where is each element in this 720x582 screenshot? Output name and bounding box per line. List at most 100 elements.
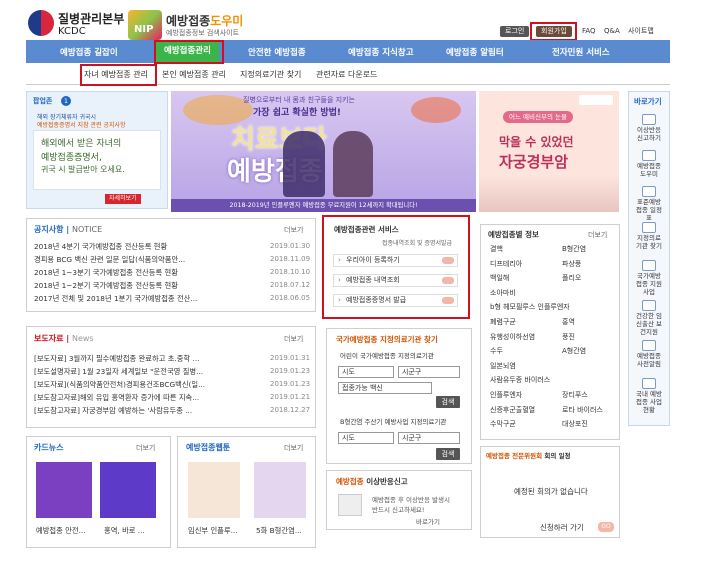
quick-schedule[interactable]: 표준예방접종 일정표 (636, 186, 662, 222)
cardnews-more-link[interactable]: 더보기 (136, 443, 155, 453)
subnav-clinic[interactable]: 지정의료기관 찾기 (240, 69, 301, 80)
committee-empty: 예정된 회의가 없습니다 (514, 487, 588, 496)
vaccine-left-item[interactable]: 사람유두종 바이러스 (490, 375, 550, 385)
service-certificate[interactable]: 예방접종증명서 발급 (333, 294, 458, 307)
popup-more-button[interactable]: 자세히보기 (105, 194, 141, 204)
popup-line5: 귀국 시 발급받아 오세요. (41, 165, 125, 174)
banner-caption: 2018-2019년 인플루엔자 예방접종 무료지원이 12세까지 확대됩니다! (171, 199, 476, 212)
quick-adverse-report[interactable]: 이상반응 신고하기 (636, 114, 662, 142)
vaccine-right-item[interactable]: 홍역 (562, 317, 575, 327)
vaccine-left-item[interactable]: 일본뇌염 (490, 361, 516, 371)
press-row-title[interactable]: [보도참고자료] 자궁경부암 예방하는 '사람유두종 ... (34, 406, 192, 416)
vaccine-right-item[interactable]: B형간염 (562, 244, 586, 254)
webtoon-caption-1[interactable]: 임신부 인플루... (188, 526, 238, 536)
vaccine-left-item[interactable]: 유행성이하선염 (490, 332, 535, 342)
webtoon-caption-2[interactable]: 5화 B형간염... (256, 526, 302, 536)
nav-item-knowledge[interactable]: 예방접종 지식창고 (348, 46, 414, 58)
support-icon (642, 260, 656, 271)
leaf-icon-right (411, 97, 461, 123)
notice-row-title[interactable]: 2017년 전체 및 2018년 1분기 국가예방접종 전산... (34, 294, 197, 304)
vaccine-left-item[interactable]: 신증후군출혈열 (490, 405, 535, 415)
vaccine-left-item[interactable]: 결핵 (490, 244, 503, 254)
sido-select[interactable]: 시도 (338, 366, 394, 378)
notice-row-title[interactable]: 2018년 1~2분기 국가예방접종 전산등록 현황 (34, 281, 178, 291)
notice-row-date: 2018.07.12 (270, 281, 311, 289)
clinic-search-button-2[interactable]: 검색 (436, 448, 460, 460)
clinic-search-button[interactable]: 검색 (436, 396, 460, 408)
vaccine-left-item[interactable]: 인플루엔자 (490, 390, 522, 400)
vaccine-left-item[interactable]: 폐렴구균 (490, 317, 516, 327)
subnav-download[interactable]: 관련자료 다운로드 (316, 69, 377, 80)
subnav-self[interactable]: 본인 예방접종 관리 (162, 69, 226, 80)
vaccine-left-item[interactable]: 백일해 (490, 273, 509, 283)
nav-item-guide[interactable]: 예방접종 길잡이 (60, 46, 118, 58)
right-banner-line3: 자궁경부암 (499, 153, 569, 171)
vaccine-right-item[interactable]: 풍진 (562, 332, 575, 342)
nav-item-e-civil[interactable]: 전자민원 서비스 (552, 46, 610, 58)
vaccine-right-item[interactable]: 폴리오 (562, 273, 581, 283)
vaccine-info-more-link[interactable]: 더보기 (588, 230, 607, 240)
vaccine-right-item[interactable]: 대상포진 (562, 419, 588, 429)
service-register[interactable]: 우리아이 등록하기 (333, 254, 458, 267)
notice-more-link[interactable]: 더보기 (284, 225, 303, 235)
popup-label: 팝업존 (33, 97, 53, 105)
notice-row-title[interactable]: 경피용 BCG 백신 관련 일문 일답(식품의약품안... (34, 255, 185, 265)
cardnews-caption-1[interactable]: 예방접종 안전... (36, 526, 86, 536)
press-row-title[interactable]: [보도자료] 3월까지 필수예방접종 완료하고 초.중학 ... (34, 354, 199, 364)
press-row-title[interactable]: [보도설명자료] 1월 23일자 세계일보 "운전국영 질병... (34, 367, 203, 377)
site-title[interactable]: 예방접종도우미 (166, 12, 243, 29)
quick-title: 바로가기 (634, 97, 662, 106)
sigungu-select-2[interactable]: 시군구 (398, 432, 460, 444)
nav-item-safety[interactable]: 안전한 예방접종 (248, 46, 306, 58)
cardnews-thumb-2[interactable] (100, 462, 156, 518)
quick-alert[interactable]: 예방접종 사전알림 (636, 340, 662, 368)
go-badge-icon (442, 277, 454, 284)
quick-clinic[interactable]: 지정의료기관 찾기 (636, 222, 662, 250)
faq-link[interactable]: FAQ (582, 26, 596, 37)
quick-pregnancy[interactable]: 건강한 임신출산 보건지원 (636, 300, 662, 336)
sigungu-select[interactable]: 시군구 (398, 366, 460, 378)
webtoon-thumb-1[interactable] (188, 462, 240, 518)
vaccine-right-item[interactable]: 파상풍 (562, 259, 581, 269)
nav-item-notice[interactable]: 예방접종 알림터 (446, 46, 504, 58)
vaccine-left-item[interactable]: b형 헤모필루스 인플루엔자 (490, 302, 570, 312)
popup-zone[interactable]: 팝업존 1 해외 장기체류자 귀국시 예방접종증명서 지참 관련 공지사항 해외… (26, 91, 168, 209)
chart-icon (642, 378, 656, 389)
quick-status[interactable]: 국내 예방접종 사업현황 (636, 378, 662, 414)
service-title: 예방접종관련 서비스 (334, 225, 399, 234)
kcdc-logo-icon[interactable] (28, 10, 54, 36)
nip-logo-icon[interactable]: NIP (128, 10, 162, 40)
popup-line3: 해외에서 받은 자녀의 (41, 139, 122, 149)
main-nav: 예방접종 길잡이 예방접종관리 안전한 예방접종 예방접종 지식창고 예방접종 … (26, 40, 670, 63)
adverse-go-link[interactable]: 바로가기 (416, 516, 440, 526)
vaccine-right-item[interactable]: 로타 바이러스 (562, 405, 603, 415)
vaccine-left-item[interactable]: 수두 (490, 346, 503, 356)
qna-link[interactable]: Q&A (604, 26, 620, 37)
press-more-link[interactable]: 더보기 (284, 334, 303, 344)
quick-support[interactable]: 국가예방접종 지원사업 (636, 260, 662, 296)
vaccine-left-item[interactable]: 수막구균 (490, 419, 516, 429)
press-row-title[interactable]: [보도자료](식품의약품안전처)경피용건조BCG백신(일... (34, 380, 205, 390)
notice-row-title[interactable]: 2018년 4분기 국가예방접종 전산등록 현황 (34, 242, 167, 252)
vaccine-left-item[interactable]: 소아마비 (490, 288, 516, 298)
sido-select-2[interactable]: 시도 (338, 432, 394, 444)
login-button[interactable]: 로그인 (500, 26, 530, 37)
vaccine-right-item[interactable]: A형간염 (562, 346, 586, 356)
committee-go-button[interactable]: GO (598, 522, 614, 532)
cervical-banner[interactable]: 어느 예비신부의 눈물 막을 수 있었던 자궁경부암 (479, 91, 619, 212)
webtoon-more-link[interactable]: 더보기 (284, 443, 303, 453)
main-banner[interactable]: 질병으로부터 내 몸과 친구들을 지키는 가장 쉽고 확실한 방법! 치료보다 … (171, 91, 476, 212)
quick-helper[interactable]: 예방접종 도우미 (636, 150, 662, 178)
vaccine-right-item[interactable]: 장티푸스 (562, 390, 588, 400)
service-history[interactable]: 예방접종 내역조회 (333, 274, 458, 287)
sitemap-link[interactable]: 사이트맵 (628, 26, 654, 37)
vaccine-left-item[interactable]: 디프테리아 (490, 259, 522, 269)
vaccine-select[interactable]: 접종가능 백신 (338, 382, 432, 394)
cardnews-thumb-1[interactable] (36, 462, 92, 518)
press-row-title[interactable]: [보도참고자료]해외 유입 홍역환자 증가에 따른 지속... (34, 393, 199, 403)
cardnews-caption-2[interactable]: 홍역, 바로 ... (104, 526, 145, 536)
webtoon-thumb-2[interactable] (254, 462, 306, 518)
committee-apply-link[interactable]: 신청하러 가기 (540, 522, 584, 533)
notice-row-title[interactable]: 2018년 1~3분기 국가예방접종 전산등록 현황 (34, 268, 178, 278)
notice-row-date: 2018.06.05 (270, 294, 311, 302)
